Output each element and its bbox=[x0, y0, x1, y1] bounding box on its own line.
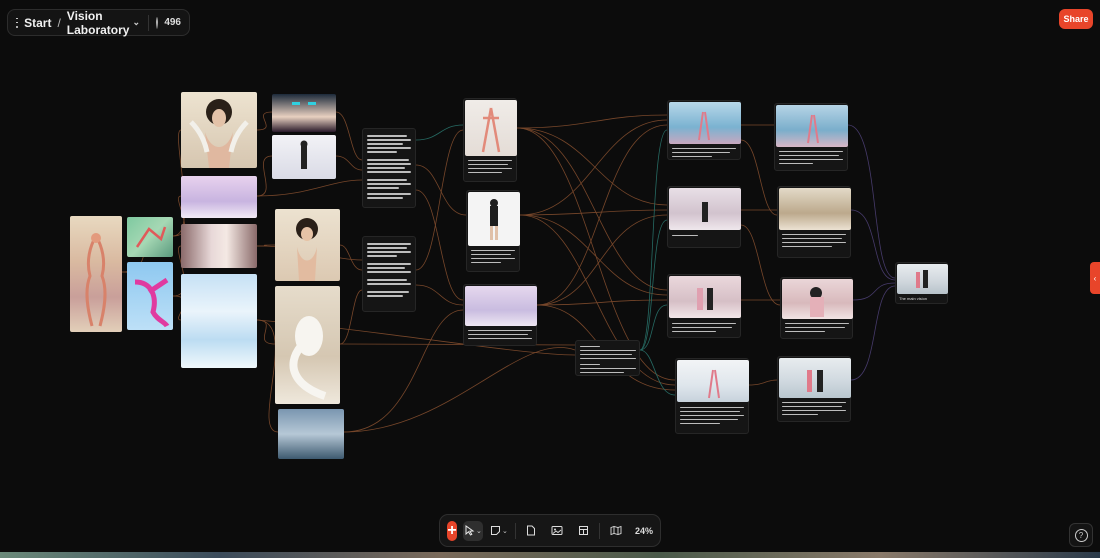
chevron-down-icon: ⌄ bbox=[132, 17, 141, 27]
project-header: Start / Vision Laboratory ⌄ 496 bbox=[7, 9, 190, 37]
project-name-dropdown[interactable]: Vision Laboratory ⌄ bbox=[67, 9, 140, 37]
credits-icon bbox=[156, 16, 159, 29]
bottom-preview-strip bbox=[0, 552, 1100, 558]
generation-node-couple[interactable] bbox=[667, 274, 741, 338]
breadcrumb-start[interactable]: Start bbox=[24, 16, 51, 30]
select-tool-button[interactable]: ⌄ bbox=[462, 520, 483, 541]
generation-node-underwater-1[interactable] bbox=[667, 100, 741, 160]
image-node-white-cat[interactable] bbox=[275, 286, 340, 404]
minimap-button[interactable] bbox=[606, 521, 626, 541]
generation-node-room-boy[interactable] bbox=[667, 186, 741, 248]
image-node-sea-scene[interactable] bbox=[278, 409, 344, 459]
generation-node-figure-pair[interactable] bbox=[777, 356, 851, 422]
image-node-pink-figure[interactable] bbox=[127, 262, 173, 330]
help-button[interactable]: ? bbox=[1069, 523, 1093, 547]
final-output-label: The main vision bbox=[899, 296, 928, 301]
plus-icon: + bbox=[447, 521, 457, 539]
image-icon bbox=[551, 526, 563, 535]
image-button[interactable] bbox=[547, 521, 567, 541]
image-node-angel-portrait[interactable] bbox=[275, 209, 340, 281]
cursor-icon bbox=[465, 525, 475, 536]
toolbar-divider bbox=[599, 522, 600, 539]
layout-button[interactable] bbox=[573, 521, 593, 541]
toolbar-divider bbox=[514, 522, 516, 539]
side-panel-toggle[interactable]: ‹ bbox=[1090, 262, 1100, 294]
image-node-boy-room[interactable] bbox=[272, 135, 336, 179]
prompt-card-2[interactable] bbox=[362, 236, 416, 312]
generation-node-embrace[interactable] bbox=[780, 277, 853, 339]
sticky-note-button[interactable]: ⌄ bbox=[489, 521, 509, 541]
layout-icon bbox=[578, 526, 588, 535]
image-node-winged-portrait[interactable] bbox=[181, 92, 257, 168]
sticky-note-icon bbox=[491, 526, 501, 535]
add-node-button[interactable]: + bbox=[447, 520, 457, 541]
image-node-anime-face[interactable] bbox=[272, 94, 336, 132]
generation-node-sky-figure[interactable] bbox=[675, 358, 749, 434]
image-node-pastel-room[interactable] bbox=[181, 176, 257, 218]
generation-node-pink-figure[interactable] bbox=[463, 98, 517, 182]
generation-node-hall-figure[interactable] bbox=[777, 186, 851, 258]
share-button[interactable]: Share bbox=[1059, 9, 1093, 29]
image-node-base-figure[interactable] bbox=[70, 216, 122, 332]
generation-node-boy[interactable] bbox=[466, 190, 520, 272]
project-name: Vision Laboratory bbox=[66, 8, 130, 37]
breadcrumb-separator: / bbox=[57, 15, 61, 30]
final-output-node[interactable]: The main vision bbox=[895, 262, 948, 304]
canvas-toolbar: + ⌄ ⌄ 24% bbox=[439, 514, 661, 547]
document-icon bbox=[527, 525, 536, 536]
prompt-card-center[interactable] bbox=[575, 340, 640, 376]
chevron-down-icon: ⌄ bbox=[476, 527, 482, 535]
zoom-level[interactable]: 24% bbox=[635, 526, 653, 536]
menu-icon[interactable] bbox=[16, 17, 19, 28]
chevron-left-icon: ‹ bbox=[1093, 273, 1097, 283]
help-icon: ? bbox=[1074, 528, 1088, 542]
image-node-flying-figure[interactable] bbox=[127, 217, 173, 257]
chevron-down-icon: ⌄ bbox=[502, 527, 508, 535]
generation-node-underwater-2[interactable] bbox=[774, 103, 848, 171]
image-node-waterfall[interactable] bbox=[181, 274, 257, 368]
generation-node-pastel-room[interactable] bbox=[463, 284, 537, 346]
prompt-card-1[interactable] bbox=[362, 128, 416, 208]
credits-count: 496 bbox=[164, 17, 181, 28]
map-icon bbox=[610, 525, 622, 536]
image-node-hallway[interactable] bbox=[181, 224, 257, 268]
document-button[interactable] bbox=[521, 521, 541, 541]
